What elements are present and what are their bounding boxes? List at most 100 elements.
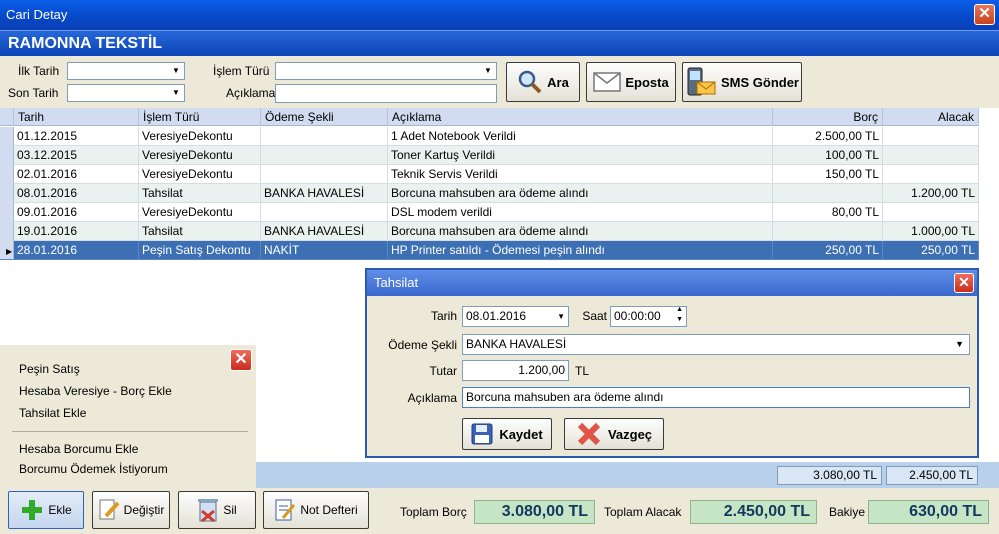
col-date[interactable]: Tarih — [14, 108, 139, 126]
time-value: 00:00:00 — [614, 309, 661, 323]
menu-item-add-my-debt[interactable]: Hesaba Borcumu Ekle — [19, 442, 138, 456]
table-row-selected[interactable]: ▶ 28.01.2016 Peşin Satış Dekontu NAKİT H… — [0, 241, 979, 260]
date-picker[interactable]: 08.01.2016 ▼ — [462, 306, 569, 327]
add-popup-menu: ✕ Peşin Satış Hesaba Veresiye - Borç Ekl… — [0, 345, 256, 488]
time-label: Saat — [582, 309, 607, 323]
cell-debit: 150,00 TL — [773, 165, 883, 184]
cell-date: 01.12.2015 — [14, 127, 139, 146]
amount-input[interactable]: 1.200,00 — [462, 360, 569, 381]
amount-value: 1.200,00 — [518, 363, 565, 377]
cell-type: VeresiyeDekontu — [139, 146, 261, 165]
balance-value: 630,00 TL — [868, 500, 989, 524]
chevron-down-icon: ▼ — [484, 66, 492, 75]
edit-button[interactable]: Değiştir — [92, 491, 170, 529]
row-indicator — [0, 146, 14, 165]
description-label: Açıklama — [407, 391, 457, 405]
total-debit-value: 3.080,00 TL — [474, 500, 595, 524]
menu-item-cash-sale[interactable]: Peşin Satış — [19, 362, 80, 376]
cell-date: 09.01.2016 — [14, 203, 139, 222]
cell-description: Borcuna mahsuben ara ödeme alındı — [388, 222, 773, 241]
cell-payment: BANKA HAVALESİ — [261, 222, 388, 241]
dialog-titlebar: Tahsilat ✕ — [367, 270, 977, 296]
row-indicator — [0, 222, 14, 241]
col-credit[interactable]: Alacak — [883, 108, 979, 126]
payment-combo[interactable]: BANKA HAVALESİ ▼ — [462, 334, 970, 355]
desc-input[interactable] — [275, 84, 497, 103]
cell-description: Toner Kartuş Verildi — [388, 146, 773, 165]
chevron-down-icon: ▼ — [172, 66, 180, 75]
cell-payment: BANKA HAVALESİ — [261, 184, 388, 203]
add-button[interactable]: Ekle — [8, 491, 84, 529]
add-button-label: Ekle — [48, 503, 72, 517]
cell-date: 03.12.2015 — [14, 146, 139, 165]
col-payment[interactable]: Ödeme Şekli — [261, 108, 388, 126]
amount-unit: TL — [575, 364, 590, 378]
last-date-combo[interactable]: ▼ — [67, 84, 185, 102]
col-type[interactable]: İşlem Türü — [139, 108, 261, 126]
first-date-label: İlk Tarih — [18, 64, 60, 78]
description-value: Borcuna mahsuben ara ödeme alındı — [466, 390, 664, 404]
menu-item-add-collection[interactable]: Tahsilat Ekle — [19, 406, 86, 420]
save-button[interactable]: Kaydet — [462, 418, 552, 450]
cell-debit — [773, 222, 883, 241]
table-scrollbar[interactable] — [979, 108, 999, 463]
cell-payment — [261, 127, 388, 146]
customer-header: RAMONNA TEKSTİL — [0, 30, 999, 56]
table-row[interactable]: 09.01.2016 VeresiyeDekontu DSL modem ver… — [0, 203, 979, 222]
cell-date: 02.01.2016 — [14, 165, 139, 184]
cell-date: 08.01.2016 — [14, 184, 139, 203]
row-indicator: ▶ — [0, 241, 14, 260]
cell-description: Borcuna mahsuben ara ödeme alındı — [388, 184, 773, 203]
spin-arrows-icon[interactable]: ▲ ▼ — [676, 305, 683, 325]
table-row[interactable]: 08.01.2016 Tahsilat BANKA HAVALESİ Borcu… — [0, 184, 979, 203]
col-description[interactable]: Açıklama — [388, 108, 773, 126]
description-input[interactable]: Borcuna mahsuben ara ödeme alındı — [462, 387, 970, 408]
cell-payment — [261, 146, 388, 165]
dialog-close-button[interactable]: ✕ — [954, 273, 974, 293]
cell-type: Peşin Satış Dekontu — [139, 241, 261, 260]
table-row[interactable]: 19.01.2016 Tahsilat BANKA HAVALESİ Borcu… — [0, 222, 979, 241]
notepad-button[interactable]: Not Defteri — [263, 491, 369, 529]
cell-credit: 1.000,00 TL — [883, 222, 979, 241]
customer-name: RAMONNA TEKSTİL — [8, 35, 163, 52]
table-row[interactable]: 02.01.2016 VeresiyeDekontu Teknik Servis… — [0, 165, 979, 184]
table-row[interactable]: 01.12.2015 VeresiyeDekontu 1 Adet Notebo… — [0, 127, 979, 146]
cell-type: Tahsilat — [139, 184, 261, 203]
cancel-button[interactable]: Vazgeç — [564, 418, 664, 450]
cell-debit: 250,00 TL — [773, 241, 883, 260]
cell-payment — [261, 165, 388, 184]
header-indicator — [0, 108, 14, 126]
cell-credit — [883, 146, 979, 165]
cell-date: 19.01.2016 — [14, 222, 139, 241]
time-spinner[interactable]: 00:00:00 ▲ ▼ — [610, 306, 687, 327]
sms-button-label: SMS Gönder — [720, 74, 799, 90]
sms-button[interactable]: SMS Gönder — [682, 62, 802, 102]
col-debit[interactable]: Borç — [773, 108, 883, 126]
email-button-label: Eposta — [625, 74, 669, 90]
envelope-icon — [593, 72, 622, 92]
collection-dialog: Tahsilat ✕ Tarih 08.01.2016 ▼ Saat 00:00… — [365, 268, 979, 458]
popup-close-button[interactable]: ✕ — [230, 349, 252, 371]
first-date-combo[interactable]: ▼ — [67, 62, 185, 80]
payment-label: Ödeme Şekli — [388, 338, 457, 352]
cell-credit — [883, 127, 979, 146]
cell-credit — [883, 203, 979, 222]
window-close-button[interactable]: ✕ — [974, 4, 995, 25]
delete-button[interactable]: Sil — [178, 491, 256, 529]
menu-item-pay-my-debt[interactable]: Borcumu Ödemek İstiyorum — [19, 462, 168, 476]
cell-debit: 80,00 TL — [773, 203, 883, 222]
search-button[interactable]: Ara — [506, 62, 580, 102]
menu-separator — [12, 431, 248, 432]
sum-debit: 3.080,00 TL — [777, 466, 882, 485]
type-label: İşlem Türü — [213, 64, 270, 78]
menu-item-add-credit-debt[interactable]: Hesaba Veresiye - Borç Ekle — [19, 384, 172, 398]
cell-type: VeresiyeDekontu — [139, 203, 261, 222]
date-value: 08.01.2016 — [466, 309, 527, 323]
phone-sms-icon — [687, 67, 716, 96]
table-row[interactable]: 03.12.2015 VeresiyeDekontu Toner Kartuş … — [0, 146, 979, 165]
cell-type: VeresiyeDekontu — [139, 165, 261, 184]
email-button[interactable]: Eposta — [586, 62, 676, 102]
bottom-toolbar: Ekle Değiştir Sil Not Defteri Toplam Bor… — [0, 488, 999, 534]
trash-bin-icon — [198, 499, 219, 523]
type-combo[interactable]: ▼ — [275, 62, 497, 80]
